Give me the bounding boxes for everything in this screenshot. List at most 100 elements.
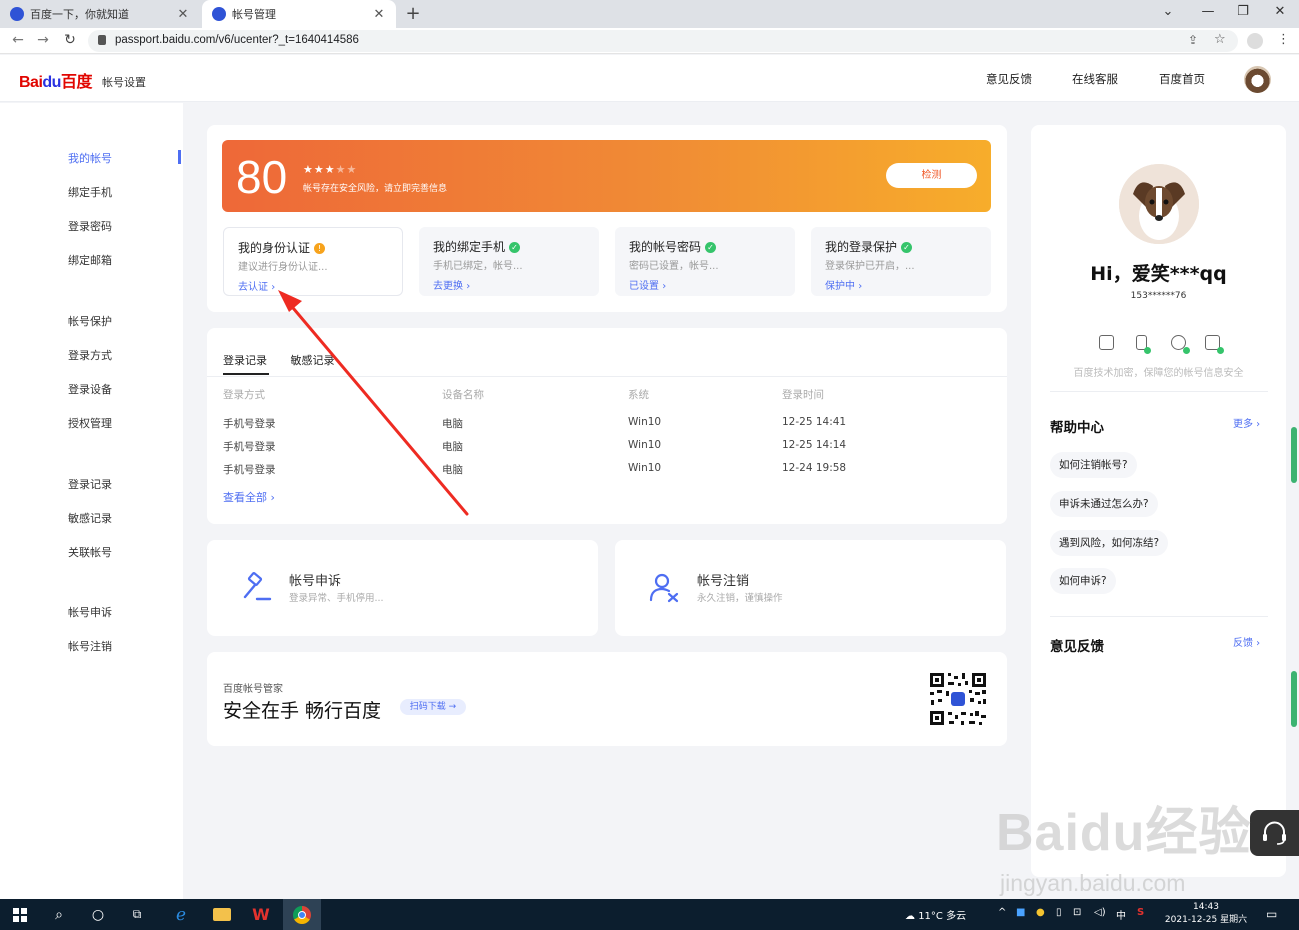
weather-widget[interactable]: ☁ 11°C 多云 (905, 907, 966, 922)
taskbar-clock[interactable]: 14:43 2021-12-25 星期六 (1158, 901, 1254, 927)
identity-verification-item[interactable]: 我的身份认证! 建议进行身份认证... 去认证 › (223, 227, 403, 296)
item-desc: 建议进行身份认证... (238, 262, 328, 273)
volume-icon[interactable]: ◁) (1094, 907, 1106, 918)
help-question[interactable]: 遇到风险，如何冻结? (1050, 530, 1169, 556)
security-score-banner: 80 ★★★★★ 帐号存在安全风险，请立即完善信息 检测 (222, 140, 991, 212)
customer-service-button[interactable] (1250, 810, 1299, 856)
bookmark-star-icon[interactable]: ☆ (1214, 32, 1226, 47)
battery-icon[interactable]: ▯ (1056, 907, 1062, 918)
chrome-icon[interactable] (283, 899, 321, 930)
protecting-link[interactable]: 保护中 (825, 281, 855, 292)
check-icon: ✓ (901, 242, 913, 253)
dog-avatar-image (1119, 164, 1199, 244)
tab-title: 帐号管理 (232, 8, 276, 21)
help-question[interactable]: 申诉未通过怎么办? (1050, 491, 1158, 517)
email-icon[interactable] (1205, 335, 1224, 354)
scrollbar-thumb[interactable] (1291, 671, 1297, 727)
item-title: 我的帐号密码 (629, 240, 702, 254)
tab-sensitive-records[interactable]: 敏感记录 (291, 354, 335, 367)
menu-dots-icon[interactable]: ⋮ (1277, 32, 1290, 47)
sogou-input-icon[interactable]: S (1137, 907, 1144, 918)
wps-icon[interactable]: W (244, 899, 278, 930)
sidebar-item-linked-accounts[interactable]: 关联帐号 (68, 544, 112, 560)
table-cell: 手机号登录 (223, 441, 276, 453)
forward-icon[interactable]: → (35, 32, 51, 48)
close-icon[interactable]: ✕ (176, 7, 190, 22)
password-icon[interactable] (1171, 335, 1190, 354)
help-question[interactable]: 如何申诉? (1050, 568, 1116, 594)
help-more-link[interactable]: 更多 › (1233, 415, 1260, 430)
detect-button[interactable]: 检测 (886, 163, 977, 188)
window-close-button[interactable]: ✕ (1270, 4, 1290, 19)
tab-login-records[interactable]: 登录记录 (223, 354, 267, 367)
sidebar-item-my-account[interactable]: 我的帐号 (68, 150, 112, 166)
sidebar-item-account-protection[interactable]: 帐号保护 (68, 313, 112, 329)
close-icon[interactable]: ✕ (372, 7, 386, 22)
sidebar-item-login-method[interactable]: 登录方式 (68, 347, 112, 363)
chevron-right-icon: › (466, 281, 471, 292)
task-view-icon[interactable]: ⧉ (123, 899, 151, 930)
nav-baidu-home[interactable]: 百度首页 (1159, 71, 1205, 87)
search-icon[interactable]: ⌕ (45, 899, 73, 930)
warning-icon: ! (314, 243, 326, 254)
help-question[interactable]: 如何注销帐号? (1050, 452, 1137, 478)
ime-indicator[interactable]: 中 (1116, 907, 1126, 922)
avatar[interactable] (1244, 66, 1271, 93)
cortana-icon[interactable]: ○ (84, 899, 112, 930)
banner-message: 帐号存在安全风险，请立即完善信息 (303, 184, 448, 194)
qr-code (925, 668, 991, 730)
scrollbar-thumb[interactable] (1291, 427, 1297, 483)
file-explorer-icon[interactable] (207, 899, 237, 930)
sidebar-item-login-device[interactable]: 登录设备 (68, 381, 112, 397)
sidebar-item-appeal[interactable]: 帐号申诉 (68, 604, 112, 620)
nav-feedback[interactable]: 意见反馈 (986, 71, 1032, 87)
divider (1050, 391, 1268, 392)
chevron-down-icon[interactable]: ⌄ (1158, 4, 1178, 19)
nav-customer-service[interactable]: 在线客服 (1072, 71, 1118, 87)
back-icon[interactable]: ← (10, 32, 26, 48)
phone-icon[interactable] (1136, 335, 1151, 354)
tray-app-icon[interactable]: ● (1036, 907, 1045, 918)
reload-icon[interactable]: ↻ (62, 32, 78, 48)
profile-icon[interactable] (1247, 33, 1263, 49)
tray-chevron-icon[interactable]: ^ (998, 907, 1006, 918)
browser-toolbar: ← → ↻ passport.baidu.com/v6/ucenter?_t=1… (0, 28, 1299, 54)
ie-browser-icon[interactable]: ℯ (164, 899, 198, 930)
maximize-button[interactable]: ❐ (1233, 4, 1253, 19)
network-icon[interactable]: ⊡ (1073, 907, 1081, 918)
sidebar-item-bind-phone[interactable]: 绑定手机 (68, 184, 112, 200)
browser-tab-account[interactable]: 帐号管理 ✕ (202, 0, 396, 28)
watermark-url: jingyan.baidu.com (1000, 870, 1186, 896)
minimize-button[interactable]: — (1198, 4, 1218, 19)
bound-phone-item[interactable]: 我的绑定手机 ✓ 手机已绑定，帐号... 去更换 › (419, 227, 599, 296)
gavel-icon (243, 572, 272, 601)
baidu-logo[interactable]: Baidu百度 (19, 68, 92, 92)
change-phone-link[interactable]: 去更换 (433, 281, 463, 292)
account-password-item[interactable]: 我的帐号密码 ✓ 密码已设置，帐号... 已设置 › (615, 227, 795, 296)
verify-link[interactable]: 去认证 (238, 282, 268, 293)
share-icon[interactable]: ⇪ (1188, 33, 1198, 47)
sidebar-item-login-password[interactable]: 登录密码 (68, 218, 112, 234)
sidebar-item-deactivate[interactable]: 帐号注销 (68, 638, 112, 654)
scan-download-button[interactable]: 扫码下载 → (400, 699, 466, 715)
windows-start-icon[interactable] (6, 899, 34, 930)
notification-icon[interactable]: ▭ (1266, 907, 1277, 921)
sidebar-item-sensitive-records[interactable]: 敏感记录 (68, 510, 112, 526)
new-tab-button[interactable]: + (403, 3, 423, 25)
item-title: 我的绑定手机 (433, 240, 506, 254)
check-icon (1144, 347, 1151, 354)
feedback-link[interactable]: 反馈 › (1233, 634, 1260, 649)
avatar[interactable] (1119, 164, 1199, 244)
view-all-link[interactable]: 查看全部 › (223, 489, 275, 505)
browser-tab-baidu[interactable]: 百度一下，你就知道 ✕ (0, 0, 200, 28)
sidebar-item-authorization[interactable]: 授权管理 (68, 415, 112, 431)
login-protection-item[interactable]: 我的登录保护 ✓ 登录保护已开启，... 保护中 › (811, 227, 991, 296)
sidebar-item-bind-email[interactable]: 绑定邮箱 (68, 252, 112, 268)
address-bar[interactable]: passport.baidu.com/v6/ucenter?_t=1640414… (88, 30, 1238, 52)
table-cell: 12-25 14:41 (782, 416, 847, 428)
sidebar-item-login-records[interactable]: 登录记录 (68, 476, 112, 492)
chevron-right-icon: › (858, 281, 863, 292)
tray-app-icon[interactable]: ■ (1016, 907, 1025, 918)
password-set-link[interactable]: 已设置 (629, 281, 659, 292)
id-card-icon[interactable] (1099, 335, 1114, 350)
